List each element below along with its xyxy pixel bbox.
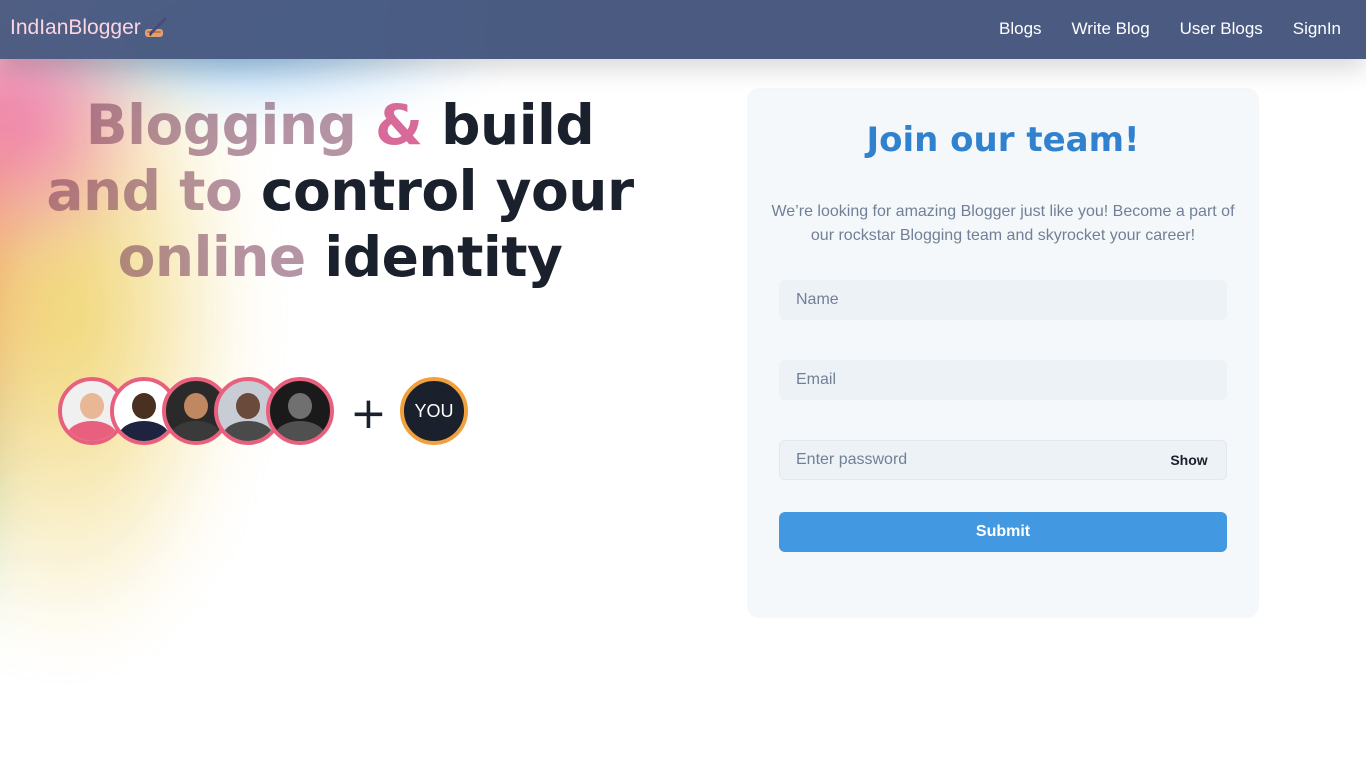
hero-words-control-your: control your	[260, 159, 634, 223]
nav-link-user-blogs[interactable]: User Blogs	[1180, 19, 1263, 39]
writing-hand-icon	[143, 17, 167, 39]
card-description: We’re looking for amazing Blogger just l…	[771, 203, 1235, 244]
hero-word-online: online	[117, 225, 307, 289]
card-title: Join our team!	[866, 120, 1140, 160]
hero-word-identity: identity	[324, 225, 563, 289]
hero-heading: Blogging & build and to control your onl…	[40, 92, 640, 290]
show-password-button[interactable]: Show	[1159, 446, 1219, 474]
hero-line-2: and to control your	[40, 158, 640, 224]
page: IndIanBlogger Blogs Write Blog User Blog…	[0, 0, 1366, 768]
nav-link-signin[interactable]: SignIn	[1293, 19, 1341, 39]
nav-link-write-blog[interactable]: Write Blog	[1072, 19, 1150, 39]
hero-ampersand: &	[375, 93, 423, 157]
you-avatar: YOU	[400, 377, 468, 445]
signup-card: Join our team! We’re looking for amazing…	[747, 88, 1259, 618]
name-input[interactable]	[779, 280, 1227, 320]
plus-icon: +	[350, 388, 387, 439]
hero-word-blogging: Blogging	[85, 93, 357, 157]
nav-links: Blogs Write Blog User Blogs SignIn	[999, 19, 1341, 39]
hero-line-1: Blogging & build	[40, 92, 640, 158]
email-input[interactable]	[779, 360, 1227, 400]
navbar: IndIanBlogger Blogs Write Blog User Blog…	[0, 0, 1366, 59]
brand-name: IndIanBlogger	[10, 16, 141, 39]
avatar	[266, 377, 334, 445]
hero-words-and-to: and to	[46, 159, 243, 223]
hero-line-3: online identity	[40, 224, 640, 290]
hero-word-build: build	[441, 93, 595, 157]
brand-logo[interactable]: IndIanBlogger	[10, 16, 167, 40]
submit-button[interactable]: Submit	[779, 512, 1227, 552]
nav-link-blogs[interactable]: Blogs	[999, 19, 1042, 39]
